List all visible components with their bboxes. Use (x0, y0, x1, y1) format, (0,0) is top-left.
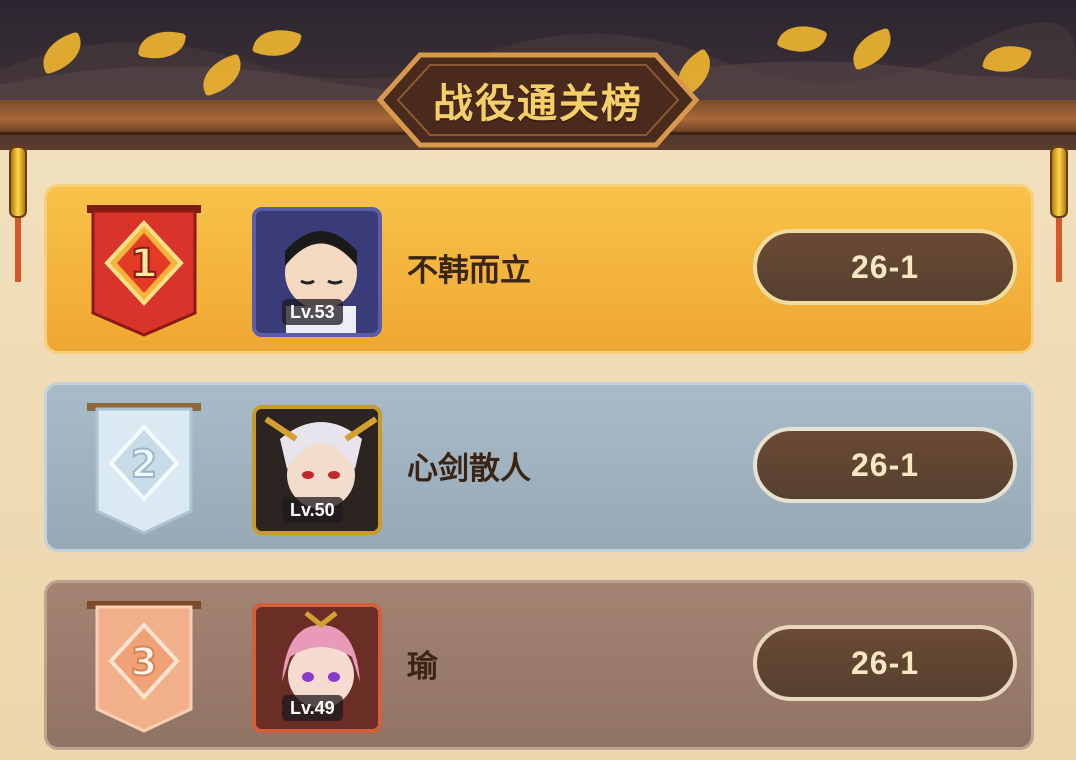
player-name: 不韩而立 (407, 253, 531, 289)
level-badge: Lv.50 (282, 497, 343, 523)
rank-number: 3 (131, 640, 157, 684)
avatar[interactable]: Lv.53 (252, 207, 382, 337)
avatar[interactable]: Lv.49 (252, 603, 382, 733)
ribbon-banner-icon: 3 (85, 597, 203, 733)
page-title: 战役通关榜 (433, 81, 643, 127)
ribbon-banner-icon: 2 (85, 399, 203, 535)
rank-number: 1 (130, 241, 158, 287)
title-plaque: 战役通关榜 (360, 45, 716, 155)
progress-score: 26-1 (753, 625, 1017, 701)
player-name: 心剑散人 (407, 451, 531, 487)
lantern-icon (9, 146, 27, 282)
level-badge: Lv.49 (282, 695, 343, 721)
leaderboard-row[interactable]: 2 Lv.50 心剑散人 26-1 (44, 382, 1034, 552)
ribbon-banner-icon: 1 (85, 201, 203, 337)
player-name: 瑜 (407, 649, 438, 685)
level-badge: Lv.53 (282, 299, 343, 325)
lantern-icon (1050, 146, 1068, 282)
leaderboard-row[interactable]: 1 Lv.53 不韩而立 26-1 (44, 184, 1034, 354)
leaderboard-row[interactable]: 3 Lv.49 瑜 26-1 (44, 580, 1034, 750)
progress-score: 26-1 (753, 427, 1017, 503)
rank-number: 2 (131, 442, 157, 486)
progress-score: 26-1 (753, 229, 1017, 305)
avatar[interactable]: Lv.50 (252, 405, 382, 535)
